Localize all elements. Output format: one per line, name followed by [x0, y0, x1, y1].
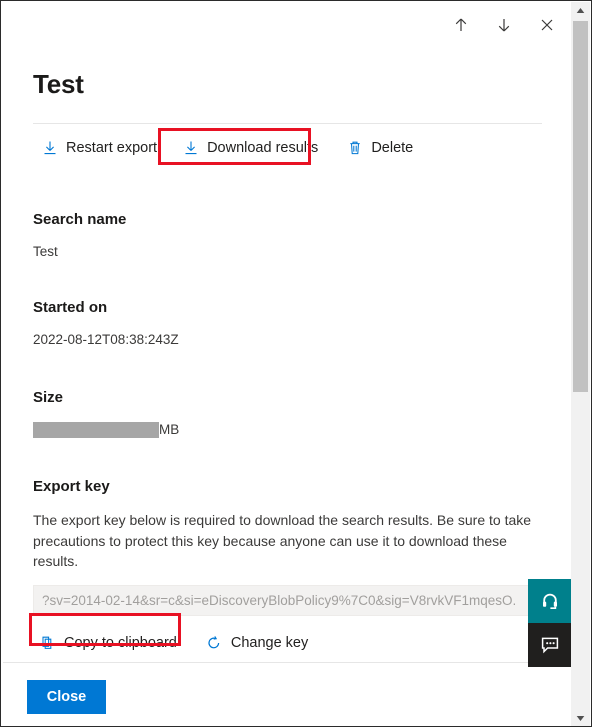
delete-label: Delete [371, 140, 414, 156]
copy-to-clipboard-label: Copy to clipboard [64, 634, 177, 651]
panel-content: Test Restart export Download results Del… [2, 2, 574, 726]
page-title: Test [33, 69, 84, 99]
panel-topbar [448, 12, 560, 38]
field-export-key: Export key The export key below is requi… [33, 477, 545, 656]
footer-divider [3, 662, 574, 663]
copy-to-clipboard-button[interactable]: Copy to clipboard [33, 628, 183, 658]
support-widget[interactable] [528, 579, 572, 623]
size-unit: MB [159, 422, 180, 437]
field-started-on: Started on 2022-08-12T08:38:243Z [33, 298, 179, 349]
download-icon [41, 140, 58, 157]
scroll-down-arrow-icon[interactable] [571, 710, 590, 726]
size-label: Size [33, 389, 64, 406]
size-redaction-block [33, 422, 159, 438]
change-key-button[interactable]: Change key [200, 628, 314, 658]
download-icon [182, 140, 199, 157]
title-divider [33, 123, 542, 124]
export-key-description: The export key below is required to down… [33, 512, 532, 569]
close-button[interactable]: Close [27, 680, 106, 714]
restart-export-button[interactable]: Restart export [33, 133, 165, 163]
vertical-scrollbar[interactable] [571, 2, 590, 726]
field-search-name: Search name Test [33, 210, 126, 261]
started-on-value: 2022-08-12T08:38:243Z [33, 332, 179, 347]
size-value-row: MB [33, 421, 179, 439]
started-on-label: Started on [33, 299, 108, 316]
scroll-up-arrow-icon[interactable] [571, 2, 590, 19]
chat-bubble-icon [541, 637, 559, 654]
export-key-actions: Copy to clipboard Change key [33, 630, 545, 656]
scrollbar-thumb[interactable] [573, 21, 588, 392]
search-name-value: Test [33, 244, 58, 259]
download-results-button[interactable]: Download results [174, 133, 326, 163]
export-details-panel: Test Restart export Download results Del… [0, 0, 592, 727]
headset-icon [543, 593, 557, 609]
restart-export-label: Restart export [66, 140, 158, 156]
arrow-down-icon[interactable] [491, 12, 517, 38]
field-size: Size MB [33, 388, 179, 439]
export-key-input[interactable] [34, 592, 541, 608]
copy-icon [39, 634, 56, 651]
delete-button[interactable]: Delete [338, 133, 421, 163]
close-icon[interactable] [534, 12, 560, 38]
feedback-widget[interactable] [528, 623, 572, 667]
export-key-field[interactable] [33, 584, 542, 616]
arrow-up-icon[interactable] [448, 12, 474, 38]
download-results-label: Download results [207, 140, 319, 156]
command-bar: Restart export Download results Delete [33, 133, 421, 163]
export-key-label: Export key [33, 478, 110, 495]
change-key-label: Change key [230, 634, 309, 651]
search-name-label: Search name [33, 211, 127, 228]
refresh-icon [206, 634, 223, 651]
trash-icon [346, 140, 363, 157]
